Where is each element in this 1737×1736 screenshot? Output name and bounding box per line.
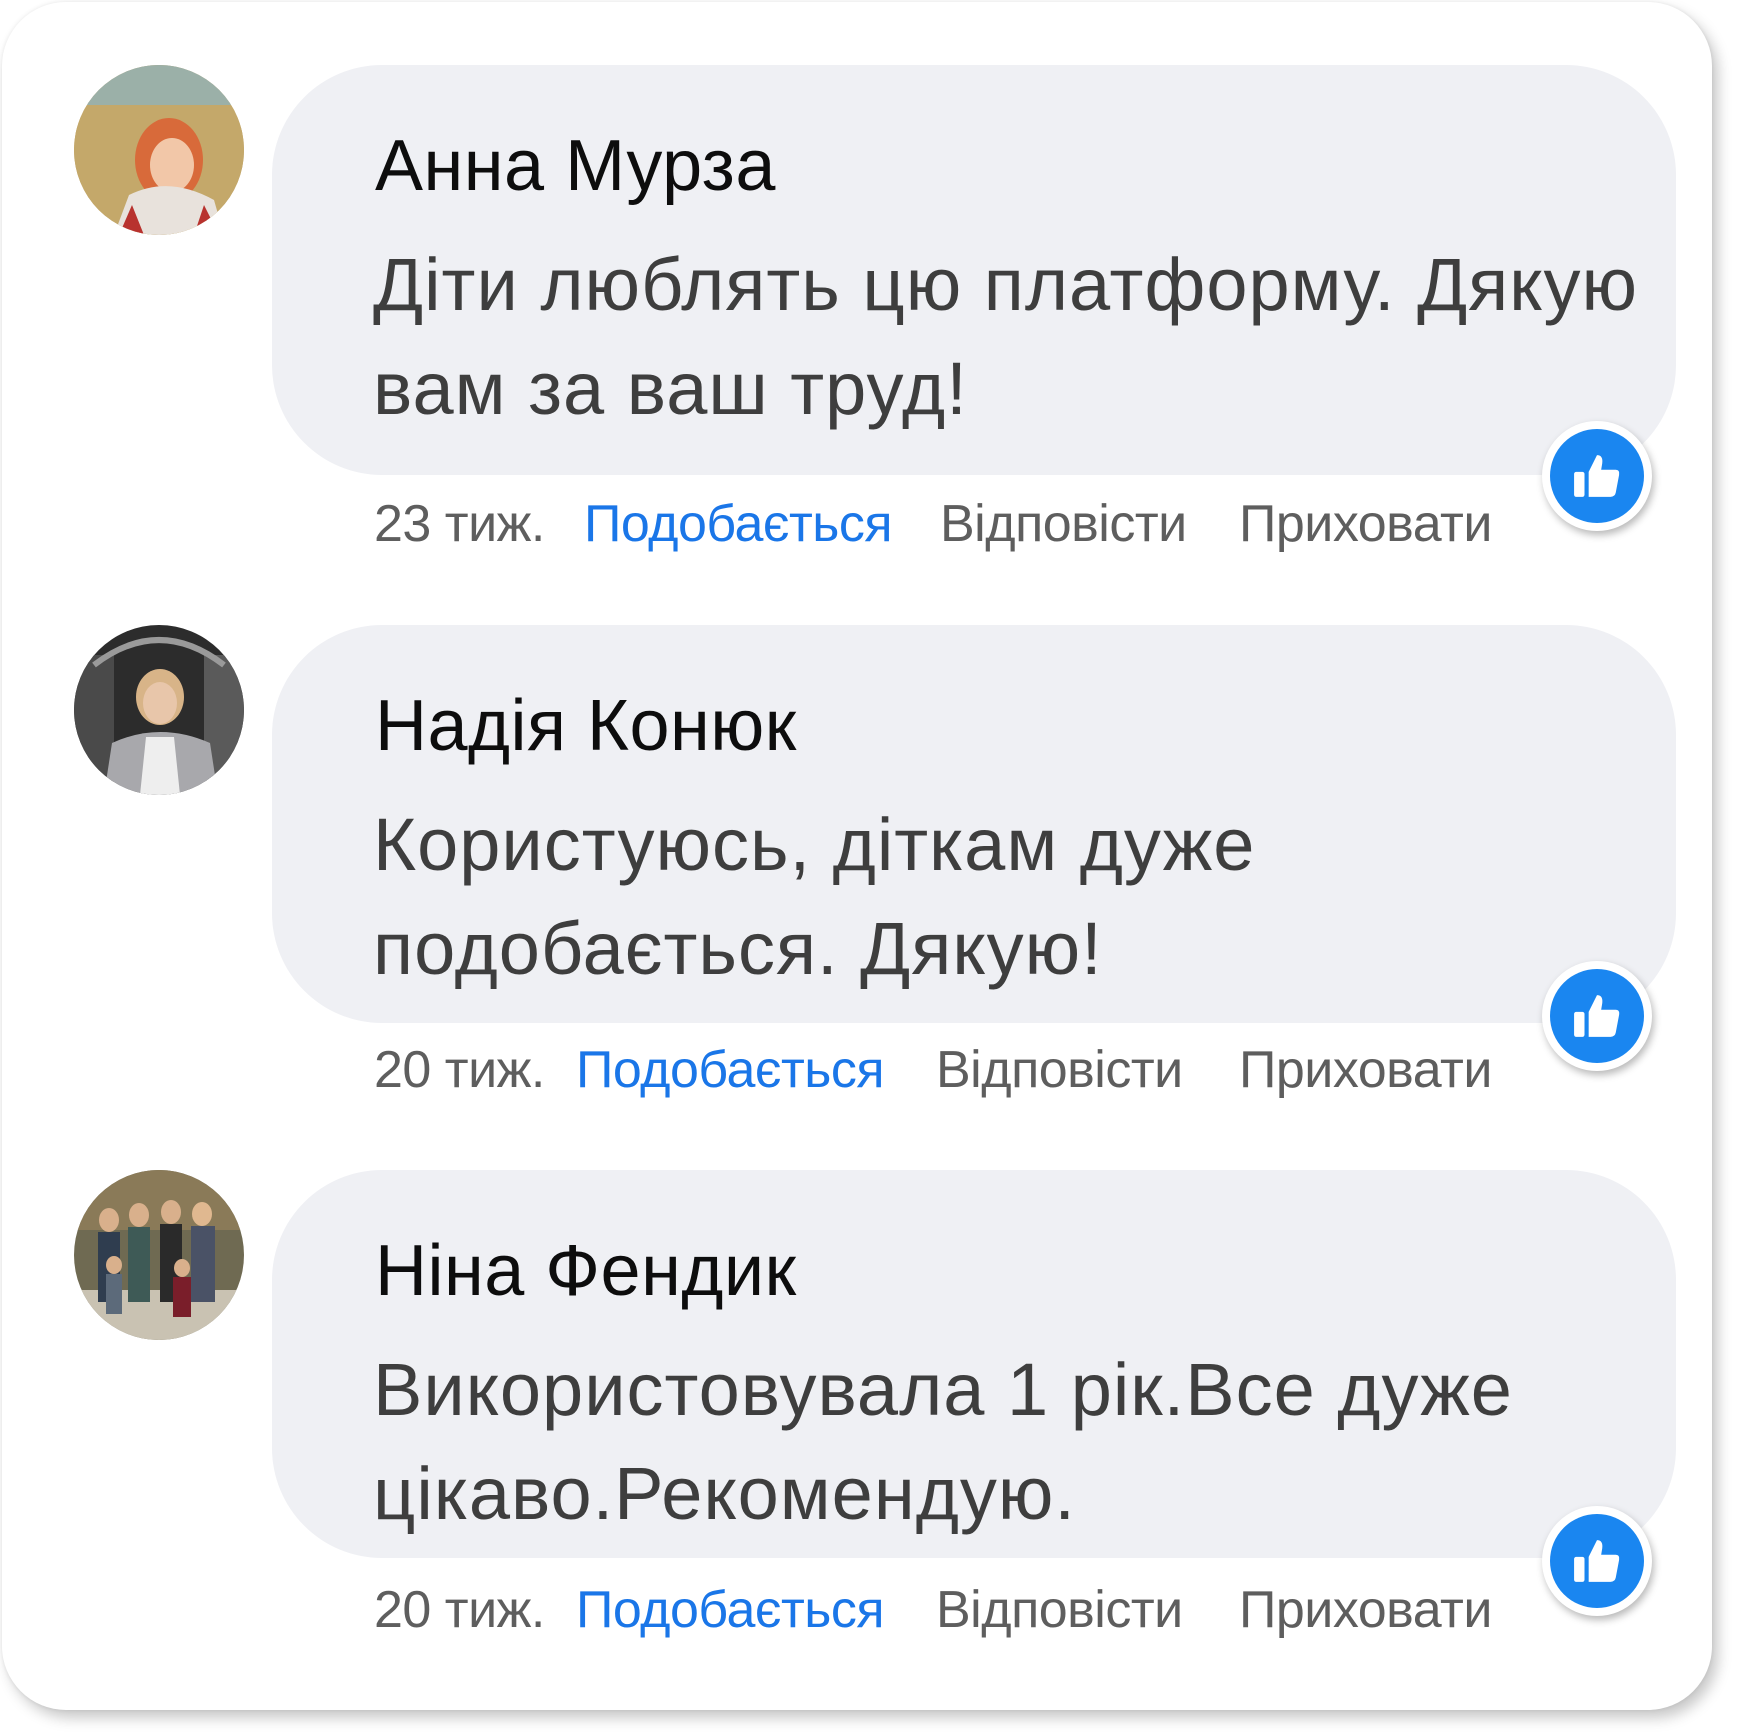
- comment-time[interactable]: 20 тиж.: [374, 1040, 545, 1100]
- comment-time[interactable]: 20 тиж.: [374, 1580, 545, 1640]
- reaction-badge[interactable]: [1542, 1506, 1652, 1616]
- comment-text: Використовувала 1 рік.Все дуже цікаво.Ре…: [373, 1348, 1513, 1535]
- thumbs-up-icon: [1574, 1540, 1620, 1582]
- comment-author[interactable]: Ніна Фендик: [375, 1230, 797, 1312]
- comment-text: Користуюсь, діткам дуже подобається. Дяк…: [373, 803, 1256, 990]
- like-link[interactable]: Подобається: [576, 1040, 885, 1100]
- hide-link[interactable]: Приховати: [1239, 1040, 1492, 1100]
- reply-link[interactable]: Відповісти: [936, 1040, 1183, 1100]
- reply-link[interactable]: Відповісти: [936, 1580, 1183, 1640]
- comment-author[interactable]: Анна Мурза: [375, 125, 776, 207]
- comment-time[interactable]: 23 тиж.: [374, 494, 545, 554]
- reaction-badge[interactable]: [1542, 961, 1652, 1071]
- reply-link[interactable]: Відповісти: [940, 494, 1187, 554]
- thumbs-up-icon: [1574, 455, 1620, 497]
- avatar-photo-1: [74, 65, 244, 235]
- avatar[interactable]: [74, 1170, 244, 1340]
- like-link[interactable]: Подобається: [584, 494, 893, 554]
- comments-card: Анна Мурза Діти люблять цю платформу. Дя…: [2, 2, 1712, 1710]
- comment-text: Діти люблять цю платформу. Дякую вам за …: [373, 243, 1638, 430]
- like-link[interactable]: Подобається: [576, 1580, 885, 1640]
- avatar-photo-2: [74, 625, 244, 795]
- comment-bubble: Надія Конюк Користуюсь, діткам дуже подо…: [272, 625, 1676, 1023]
- avatar[interactable]: [74, 65, 244, 235]
- hide-link[interactable]: Приховати: [1239, 494, 1492, 554]
- avatar-photo-3: [74, 1170, 244, 1340]
- hide-link[interactable]: Приховати: [1239, 1580, 1492, 1640]
- comment-bubble: Ніна Фендик Використовувала 1 рік.Все ду…: [272, 1170, 1676, 1558]
- thumbs-up-icon: [1574, 995, 1620, 1037]
- reaction-badge[interactable]: [1542, 421, 1652, 531]
- avatar[interactable]: [74, 625, 244, 795]
- comment-bubble: Анна Мурза Діти люблять цю платформу. Дя…: [272, 65, 1676, 475]
- comment-author[interactable]: Надія Конюк: [375, 685, 797, 767]
